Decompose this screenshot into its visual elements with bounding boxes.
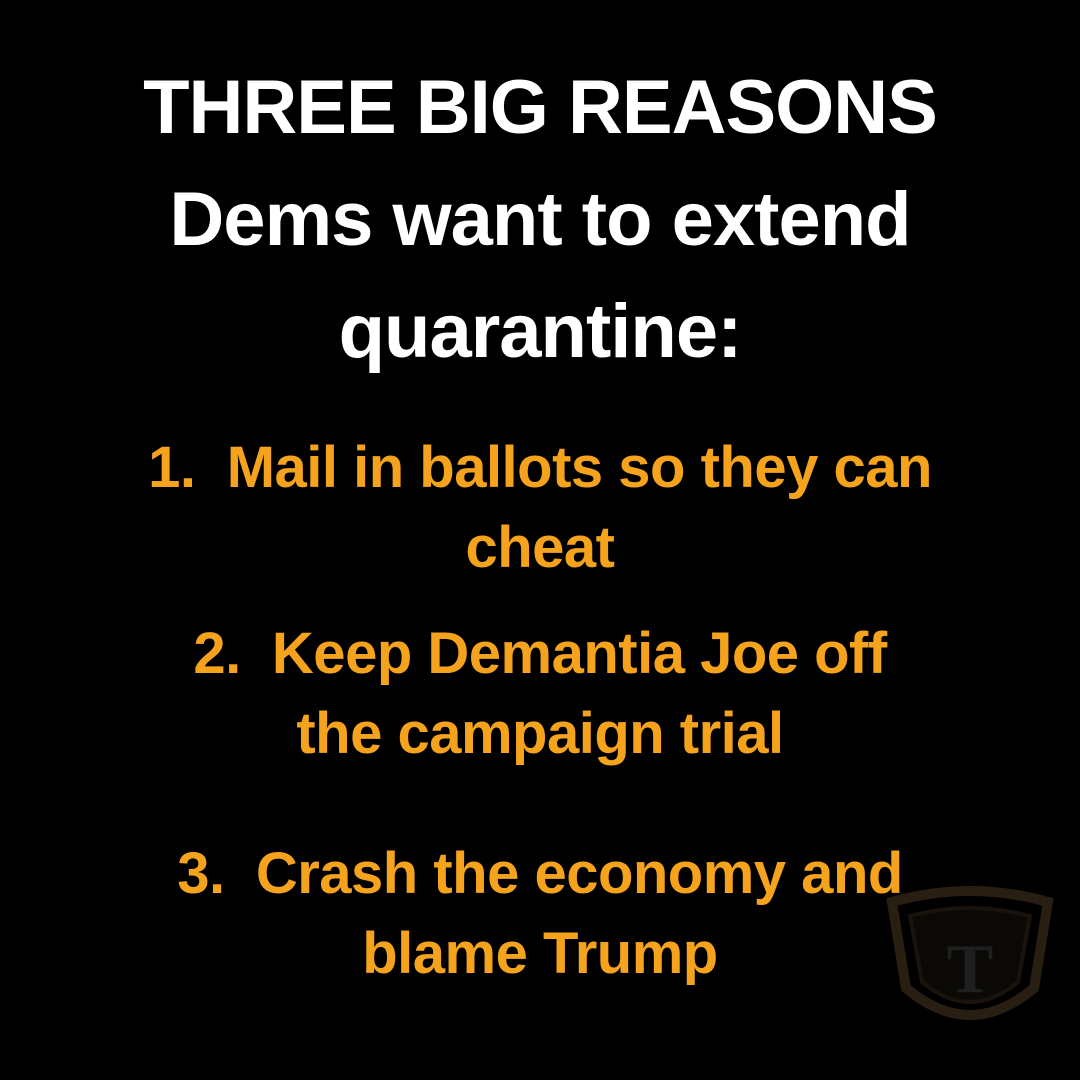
reason-1-line-1: 1. Mail in ballots so they can	[0, 428, 1080, 508]
shield-letter: T	[947, 931, 994, 1008]
headline-line-2: Dems want to extend	[169, 177, 911, 262]
reason-1-number: 1.	[148, 435, 196, 500]
shield-logo-icon: T	[886, 886, 1054, 1020]
reason-2-text: Keep Demantia Joe off	[271, 621, 887, 686]
reason-1-text: Mail in ballots so they can	[226, 435, 933, 500]
reason-1-line-2: cheat	[465, 515, 615, 580]
reason-3-text: Crash the economy and	[255, 841, 903, 906]
reason-item-2: 2. Keep Demantia Joe off the campaign tr…	[0, 614, 1080, 774]
headline: THREE BIG REASONS Dems want to extend qu…	[0, 52, 1080, 388]
headline-line-1: THREE BIG REASONS	[143, 65, 938, 150]
headline-line-3: quarantine:	[338, 289, 743, 374]
reason-2-number: 2.	[193, 621, 241, 686]
reason-2-line-1: 2. Keep Demantia Joe off	[0, 614, 1080, 694]
reason-item-1: 1. Mail in ballots so they can cheat	[0, 428, 1080, 588]
reason-2-line-2: the campaign trial	[296, 701, 784, 766]
reason-3-number: 3.	[177, 841, 225, 906]
